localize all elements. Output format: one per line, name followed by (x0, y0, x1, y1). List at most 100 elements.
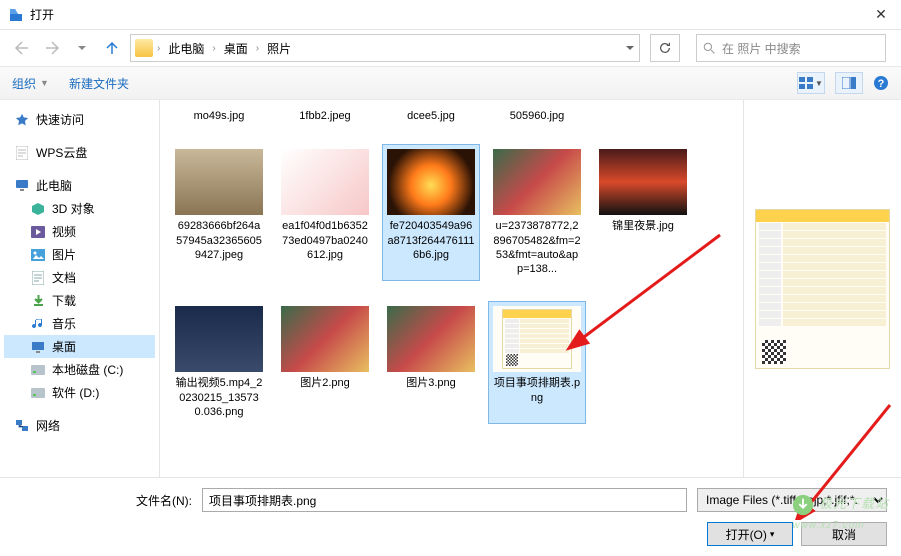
organize-button[interactable]: 组织 ▼ (12, 75, 49, 92)
chevron-right-icon: › (157, 43, 160, 54)
preview-thumbnail (755, 209, 890, 369)
svg-text:?: ? (878, 78, 885, 90)
file-label: 505960.jpg (493, 109, 581, 123)
file-label: 项目事项排期表.png (493, 376, 581, 405)
sidebar-wps[interactable]: WPS云盘 (4, 141, 155, 164)
file-item[interactable]: 69283666bf264a57945a323656059427.jpeg (170, 144, 268, 281)
recent-dropdown[interactable] (70, 36, 94, 60)
sidebar-item[interactable]: 音乐 (4, 312, 155, 335)
file-item[interactable]: mo49s.jpg (170, 104, 268, 128)
file-item[interactable]: fe720403549a96a8713f2644761116b6.jpg (382, 144, 480, 281)
main-area: 快速访问 WPS云盘 此电脑 3D 对象视频图片文档下载音乐桌面本地磁盘 (C:… (0, 100, 901, 477)
file-item[interactable]: 图片2.png (276, 301, 374, 424)
sidebar-item[interactable]: 图片 (4, 243, 155, 266)
qr-code-icon (762, 340, 786, 364)
file-item[interactable]: dcee5.jpg (382, 104, 480, 128)
file-thumbnail (493, 149, 581, 215)
sidebar-this-pc[interactable]: 此电脑 (4, 174, 155, 197)
preview-pane (743, 100, 901, 477)
file-list[interactable]: mo49s.jpg 1fbb2.jpeg dcee5.jpg 505960.jpg 69… (160, 100, 743, 477)
sidebar-item[interactable]: 本地磁盘 (C:) (4, 358, 155, 381)
search-placeholder: 在 照片 中搜索 (722, 40, 801, 57)
sidebar-item[interactable]: 3D 对象 (4, 197, 155, 220)
folder-icon (135, 39, 153, 57)
forward-button[interactable] (40, 36, 64, 60)
app-icon (8, 7, 24, 23)
network-icon (14, 418, 30, 434)
document-icon (14, 145, 30, 161)
search-icon (703, 42, 716, 55)
breadcrumb-item[interactable]: 照片 (263, 38, 295, 59)
file-item[interactable]: ea1f04f0d1b635273ed0497ba0240612.jpg (276, 144, 374, 281)
file-label: 输出视频5.mp4_20230215_135730.036.png (175, 376, 263, 419)
music-icon (30, 316, 46, 332)
sidebar-item[interactable]: 桌面 (4, 335, 155, 358)
file-item[interactable]: 图片3.png (382, 301, 480, 424)
sidebar-item[interactable]: 软件 (D:) (4, 381, 155, 404)
file-thumbnail (493, 306, 581, 372)
disk-icon (30, 362, 46, 378)
file-item[interactable]: 锦里夜景.jpg (594, 144, 692, 281)
up-button[interactable] (100, 36, 124, 60)
file-type-filter[interactable]: Image Files (*.tiff;*.pjp;*.jfif;*. (697, 488, 887, 512)
star-icon (14, 112, 30, 128)
breadcrumb-bar[interactable]: › 此电脑 › 桌面 › 照片 (130, 34, 640, 62)
file-label: fe720403549a96a8713f2644761116b6.jpg (387, 219, 475, 262)
chevron-right-icon: › (212, 43, 215, 54)
file-label: 69283666bf264a57945a323656059427.jpeg (175, 219, 263, 262)
file-thumbnail (387, 149, 475, 215)
sidebar-item[interactable]: 视频 (4, 220, 155, 243)
toolbar: 组织 ▼ 新建文件夹 ▼ ? (0, 66, 901, 100)
back-button[interactable] (10, 36, 34, 60)
disk-icon (30, 385, 46, 401)
desktop-icon (30, 339, 46, 355)
file-thumbnail (281, 306, 369, 372)
down-icon (30, 293, 46, 309)
sidebar-item[interactable]: 下载 (4, 289, 155, 312)
refresh-button[interactable] (650, 34, 680, 62)
breadcrumb-item[interactable]: 桌面 (220, 38, 252, 59)
chevron-down-icon[interactable] (625, 43, 635, 53)
file-label: 锦里夜景.jpg (599, 219, 687, 233)
file-label: mo49s.jpg (175, 109, 263, 123)
file-label: 图片2.png (281, 376, 369, 390)
window-title: 打开 (30, 6, 869, 23)
breadcrumb-item[interactable]: 此电脑 (164, 38, 208, 59)
chevron-right-icon: › (256, 43, 259, 54)
filename-input[interactable] (202, 488, 687, 512)
help-icon[interactable]: ? (873, 75, 889, 91)
preview-pane-button[interactable] (835, 72, 863, 94)
close-button[interactable]: ✕ (869, 6, 893, 23)
file-item[interactable]: 505960.jpg (488, 104, 586, 128)
file-label: u=2373878772,2896705482&fm=253&fmt=auto&… (493, 219, 581, 276)
new-folder-button[interactable]: 新建文件夹 (69, 75, 129, 92)
file-item[interactable]: u=2373878772,2896705482&fm=253&fmt=auto&… (488, 144, 586, 281)
doc-icon (30, 270, 46, 286)
search-input[interactable]: 在 照片 中搜索 (696, 34, 886, 62)
view-mode-button[interactable]: ▼ (797, 72, 825, 94)
file-label: 图片3.png (387, 376, 475, 390)
title-bar: 打开 ✕ (0, 0, 901, 30)
file-thumbnail (175, 306, 263, 372)
sidebar-quick-access[interactable]: 快速访问 (4, 108, 155, 131)
video-icon (30, 224, 46, 240)
sidebar-network[interactable]: 网络 (4, 414, 155, 437)
footer: 文件名(N): Image Files (*.tiff;*.pjp;*.jfif… (0, 477, 901, 556)
cancel-button[interactable]: 取消 (801, 522, 887, 546)
file-thumbnail (599, 149, 687, 215)
filename-label: 文件名(N): (136, 492, 192, 509)
pic-icon (30, 247, 46, 263)
file-label: 1fbb2.jpeg (281, 109, 369, 123)
file-thumbnail (387, 306, 475, 372)
open-button[interactable]: 打开(O)▾ (707, 522, 793, 546)
file-label: dcee5.jpg (387, 109, 475, 123)
sidebar-item[interactable]: 文档 (4, 266, 155, 289)
file-thumbnail (281, 149, 369, 215)
file-item[interactable]: 输出视频5.mp4_20230215_135730.036.png (170, 301, 268, 424)
navigation-bar: › 此电脑 › 桌面 › 照片 在 照片 中搜索 (0, 30, 901, 66)
file-item[interactable]: 项目事项排期表.png (488, 301, 586, 424)
cube-icon (30, 201, 46, 217)
file-item[interactable]: 1fbb2.jpeg (276, 104, 374, 128)
file-label: ea1f04f0d1b635273ed0497ba0240612.jpg (281, 219, 369, 262)
file-thumbnail (175, 149, 263, 215)
